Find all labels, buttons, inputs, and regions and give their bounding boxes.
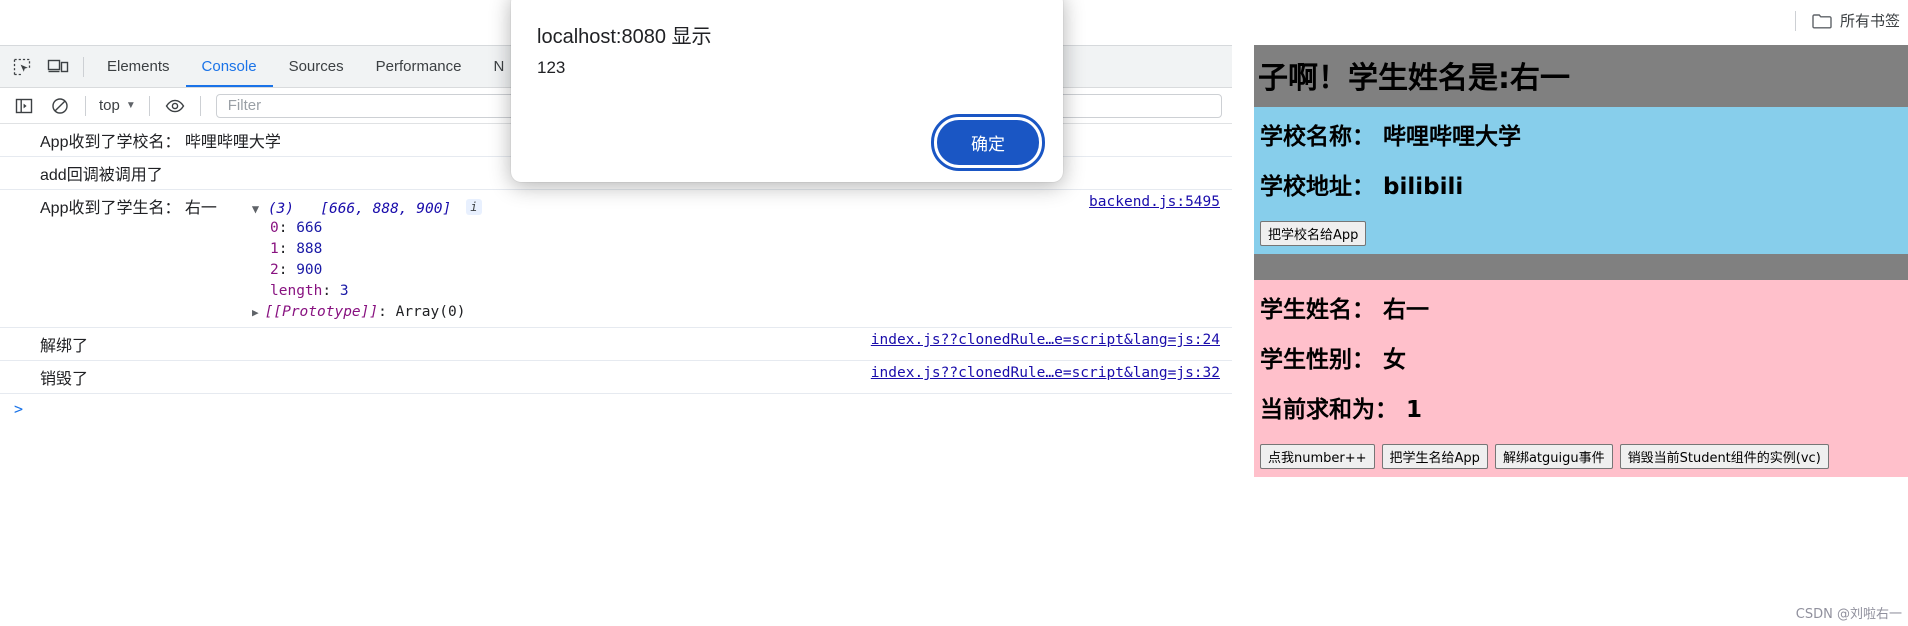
array-entry-value: 888 [296, 241, 323, 257]
console-row-label: App收到了学生名： 右一 [40, 200, 217, 217]
all-bookmarks-label: 所有书签 [1839, 13, 1900, 30]
tabbar-divider [83, 56, 84, 77]
school-name-line: 学校名称： 哔哩哔哩大学 [1260, 124, 1522, 150]
array-preview: [666, 888, 900] [320, 201, 452, 217]
alert-message: 123 [537, 58, 566, 77]
chevron-down-icon: ▼ [125, 100, 136, 111]
alert-origin-label: localhost:8080 显示 [537, 26, 712, 48]
folder-icon [1812, 13, 1832, 29]
array-entry: 1: 888 [270, 241, 323, 257]
alert-dialog: localhost:8080 显示 123 确定 [511, 0, 1063, 182]
school-section: 学校名称： 哔哩哔哩大学 学校地址： bilibili 把学校名给App [1254, 107, 1908, 254]
app-header: 子啊！学生姓名是:右一 [1254, 45, 1908, 107]
array-entry: 2: 900 [270, 262, 323, 278]
prompt-caret-icon: > [14, 400, 24, 418]
array-entry-value: 900 [296, 262, 323, 278]
student-info: 学生姓名： 右一 学生性别： 女 当前求和为： 1 [1254, 280, 1908, 444]
student-sum-line: 当前求和为： 1 [1260, 397, 1423, 423]
console-row-text: 解绑了 [40, 338, 89, 355]
send-school-name-button[interactable]: 把学校名给App [1260, 221, 1367, 246]
console-row-array[interactable]: App收到了学生名： 右一 ▼ (3) [666, 888, 900] i ba… [0, 190, 1232, 328]
tab-elements[interactable]: Elements [91, 46, 186, 87]
info-badge-icon[interactable]: i [465, 199, 482, 215]
prototype-value: Array(0) [395, 304, 466, 320]
device-toolbar-icon[interactable] [40, 51, 76, 83]
execution-context-select[interactable]: top ▼ [93, 93, 142, 119]
console-row-5[interactable]: 销毁了 index.js??clonedRule…e=script&lang=j… [0, 361, 1232, 394]
live-expression-eye-icon[interactable] [157, 90, 193, 122]
web-page-panel: 子啊！学生姓名是:右一 学校名称： 哔哩哔哩大学 学校地址： bilibili … [1232, 45, 1908, 626]
screen-root: 所有书签 Elements Console Sources Performanc… [0, 0, 1908, 626]
chevron-right-icon[interactable]: ▶ [252, 306, 259, 319]
array-entry-key: length [270, 283, 323, 299]
console-source-link[interactable]: index.js??clonedRule…e=script&lang=js:24 [871, 332, 1220, 348]
prototype-key: [[Prototype]] [264, 304, 379, 320]
console-messages[interactable]: App收到了学校名： 哔哩哔哩大学 add回调被调用了 App收到了学生名： 右… [0, 124, 1232, 626]
school-info: 学校名称： 哔哩哔哩大学 学校地址： bilibili [1254, 107, 1908, 221]
send-student-name-button[interactable]: 把学生名给App [1381, 444, 1488, 469]
toolbar-divider [1794, 10, 1796, 31]
school-address-line: 学校地址： bilibili [1260, 174, 1464, 200]
array-length-entry: length: 3 [270, 283, 349, 299]
array-entry-key: 2 [270, 262, 279, 278]
clear-console-icon[interactable] [42, 90, 78, 122]
watermark: CSDN @刘啦右一 [1795, 607, 1902, 622]
all-bookmarks-button[interactable]: 所有书签 [1794, 10, 1900, 31]
unbind-event-button[interactable]: 解绑atguigu事件 [1494, 444, 1613, 469]
console-row-text: add回调被调用了 [40, 167, 163, 184]
console-sidebar-icon[interactable] [6, 90, 42, 122]
page-title: 子啊！学生姓名是:右一 [1258, 61, 1570, 96]
array-expand-toggle-icon[interactable]: ▼ [252, 202, 259, 216]
toolbar-divider-3 [199, 95, 201, 116]
toolbar-divider-2 [148, 95, 150, 116]
student-gender-line: 学生性别： 女 [1260, 347, 1407, 373]
console-row-text: 销毁了 [40, 371, 89, 388]
increment-number-button[interactable]: 点我number++ [1260, 444, 1375, 469]
app-container: 子啊！学生姓名是:右一 学校名称： 哔哩哔哩大学 学校地址： bilibili … [1254, 45, 1908, 626]
array-entry-value: 3 [339, 283, 349, 299]
inspect-element-icon[interactable] [4, 51, 40, 83]
console-source-link[interactable]: backend.js:5495 [1089, 194, 1220, 210]
console-prompt[interactable]: > [0, 394, 1232, 430]
array-entry-key: 1 [270, 241, 279, 257]
alert-ok-button[interactable]: 确定 [931, 114, 1045, 171]
tab-performance[interactable]: Performance [360, 46, 478, 87]
array-prototype-row[interactable]: ▶ [[Prototype]]: Array(0) [40, 302, 1224, 323]
toolbar-divider-1 [85, 95, 86, 116]
tab-console[interactable]: Console [185, 46, 273, 87]
student-section: 学生姓名： 右一 学生性别： 女 当前求和为： 1 点我number++ 把学生… [1254, 280, 1908, 477]
student-button-row: 点我number++ 把学生名给App 解绑atguigu事件 销毁当前Stud… [1254, 444, 1908, 477]
console-row-4[interactable]: 解绑了 index.js??clonedRule…e=script&lang=j… [0, 328, 1232, 361]
section-divider [1254, 254, 1908, 280]
destroy-component-button[interactable]: 销毁当前Student组件的实例(vc) [1619, 444, 1829, 469]
student-name-line: 学生姓名： 右一 [1260, 297, 1430, 323]
array-entry-key: 0 [270, 220, 279, 236]
array-count: (3) [267, 201, 295, 217]
tab-sources[interactable]: Sources [273, 46, 360, 87]
console-source-link[interactable]: index.js??clonedRule…e=script&lang=js:32 [871, 365, 1220, 381]
console-row-text: App收到了学校名： 哔哩哔哩大学 [40, 134, 281, 151]
array-entry: 0: 666 [270, 220, 323, 236]
array-entry-value: 666 [296, 220, 323, 236]
school-button-row: 把学校名给App [1254, 221, 1908, 254]
execution-context-label: top [99, 97, 120, 114]
